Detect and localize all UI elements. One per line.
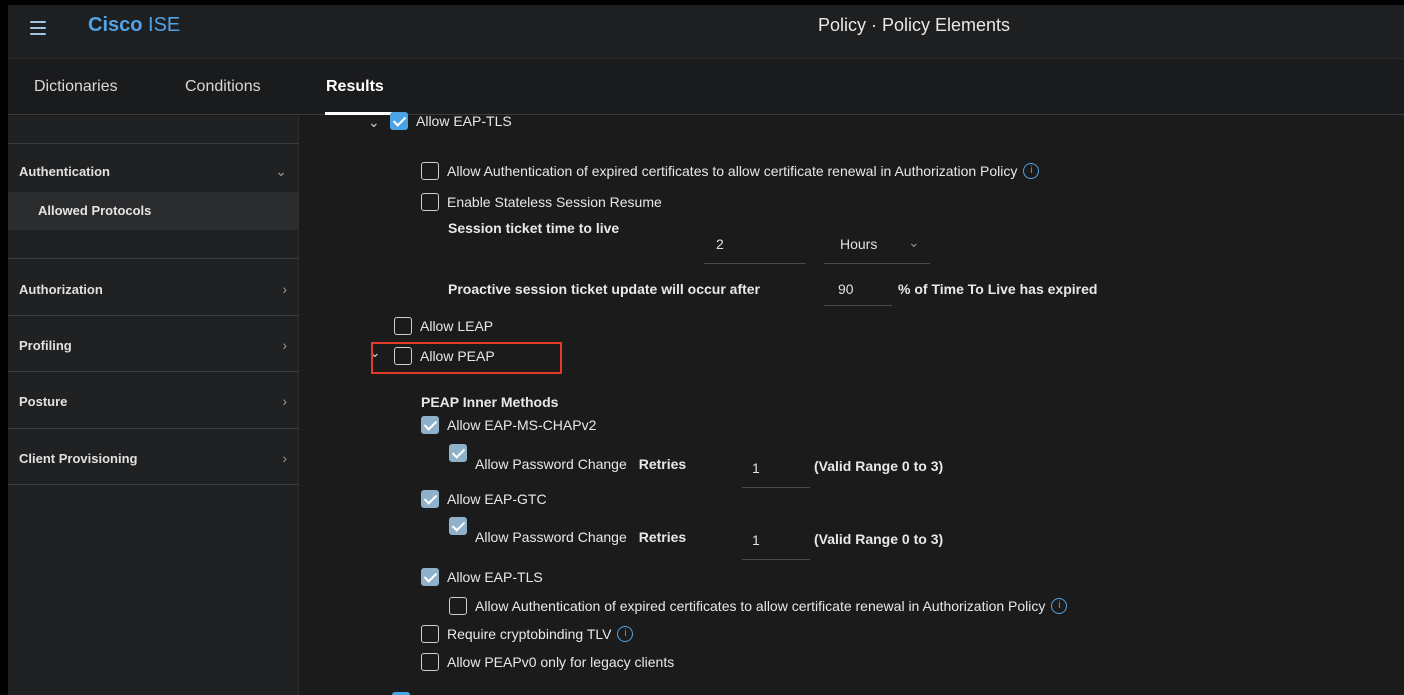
sidebar-item-profiling[interactable]: Profiling › — [8, 335, 299, 357]
expired-cert-checkbox[interactable] — [421, 162, 439, 180]
brand-bold: Cisco — [88, 14, 143, 36]
info-icon[interactable]: i — [617, 626, 634, 642]
sidebar: Authentication ⌄ Allowed Protocols Autho… — [8, 116, 299, 695]
ms-chapv2-password-change-row: Allow Password Change Retries — [449, 444, 686, 472]
proactive-update-value: 90 — [838, 281, 854, 297]
tab-dictionaries[interactable]: Dictionaries — [34, 78, 118, 96]
peap-allow-eap-tls-row: Allow EAP-TLS — [421, 568, 543, 586]
screenshot-frame: Cisco ISE Policy · Policy Elements Dicti… — [0, 0, 1404, 695]
session-ttl-unit-select[interactable]: Hours ⌄ — [824, 226, 930, 264]
ms-chapv2-retries-value: 1 — [752, 460, 760, 476]
gtc-retries-input[interactable]: 1 — [742, 522, 810, 560]
allow-eap-gtc-row: Allow EAP-GTC — [421, 490, 547, 508]
peapv0-checkbox[interactable] — [421, 653, 439, 671]
cryptobinding-label: Require cryptobinding TLV — [447, 626, 612, 642]
ms-chapv2-valid-range: (Valid Range 0 to 3) — [814, 458, 944, 474]
allow-leap-row: Allow LEAP — [394, 317, 493, 335]
peap-expired-cert-label: Allow Authentication of expired certific… — [475, 598, 1046, 614]
info-icon[interactable]: i — [1051, 598, 1068, 614]
peap-expired-cert-row: Allow Authentication of expired certific… — [449, 597, 1068, 615]
sidebar-item-label: Profiling — [19, 338, 72, 353]
allow-eap-tls-label: Allow EAP-TLS — [416, 113, 512, 129]
sidebar-item-label: Allowed Protocols — [38, 203, 152, 218]
allow-eap-ms-chapv2-row: Allow EAP-MS-CHAPv2 — [421, 416, 596, 434]
chevron-down-icon: ⌄ — [908, 234, 920, 250]
peap-expired-cert-checkbox[interactable] — [449, 597, 467, 615]
sidebar-item-client-provisioning[interactable]: Client Provisioning › — [8, 448, 299, 470]
tab-conditions[interactable]: Conditions — [185, 78, 261, 96]
highlight-box — [371, 342, 562, 374]
ms-chapv2-password-change-checkbox[interactable] — [449, 444, 467, 462]
sidebar-item-label: Authorization — [19, 282, 103, 297]
cryptobinding-row: Require cryptobinding TLV i — [421, 625, 634, 643]
gtc-password-change-row: Allow Password Change Retries — [449, 517, 686, 545]
allow-leap-label: Allow LEAP — [420, 318, 494, 334]
sidebar-item-label: Authentication — [19, 164, 110, 179]
chevron-right-icon: › — [282, 450, 287, 466]
ise-window: Cisco ISE Policy · Policy Elements Dicti… — [8, 5, 1404, 695]
expired-cert-label: Allow Authentication of expired certific… — [447, 163, 1018, 179]
brand-logo[interactable]: Cisco ISE — [88, 14, 180, 37]
tab-results[interactable]: Results — [326, 78, 384, 96]
peap-allow-eap-tls-label: Allow EAP-TLS — [447, 569, 543, 585]
allow-leap-checkbox[interactable] — [394, 317, 412, 335]
session-ttl-value: 2 — [716, 236, 724, 252]
stateless-session-checkbox[interactable] — [421, 193, 439, 211]
sidebar-divider — [8, 258, 299, 259]
sidebar-item-posture[interactable]: Posture › — [8, 391, 299, 413]
sidebar-divider — [8, 315, 299, 316]
chevron-right-icon: › — [282, 337, 287, 353]
sidebar-divider — [8, 371, 299, 372]
peapv0-label: Allow PEAPv0 only for legacy clients — [447, 654, 675, 670]
ms-chapv2-password-change-label: Allow Password Change — [475, 456, 627, 472]
chevron-right-icon: › — [282, 393, 287, 409]
sidebar-item-allowed-protocols[interactable]: Allowed Protocols — [8, 192, 299, 230]
stateless-session-label: Enable Stateless Session Resume — [447, 194, 662, 210]
info-icon[interactable]: i — [1023, 163, 1040, 179]
active-tab-indicator — [325, 112, 393, 115]
gtc-password-change-label: Allow Password Change — [475, 529, 627, 545]
hamburger-menu-icon[interactable] — [30, 21, 46, 35]
top-header: Cisco ISE Policy · Policy Elements — [8, 5, 1404, 59]
session-ttl-unit-value: Hours — [840, 236, 878, 252]
expired-cert-row: Allow Authentication of expired certific… — [421, 162, 1040, 180]
allow-eap-ms-chapv2-label: Allow EAP-MS-CHAPv2 — [447, 417, 597, 433]
chevron-right-icon: › — [282, 281, 287, 297]
brand-light: ISE — [148, 14, 181, 36]
gtc-valid-range: (Valid Range 0 to 3) — [814, 531, 944, 547]
sidebar-divider — [8, 143, 299, 144]
allow-eap-gtc-label: Allow EAP-GTC — [447, 491, 547, 507]
sidebar-divider — [8, 484, 299, 485]
gtc-retries-value: 1 — [752, 532, 760, 548]
proactive-update-suffix: % of Time To Live has expired — [898, 281, 1098, 297]
gtc-retries-label: Retries — [638, 529, 687, 545]
session-ttl-label: Session ticket time to live — [448, 220, 620, 236]
chevron-down-icon: ⌄ — [275, 163, 287, 179]
allow-eap-tls-row: Allow EAP-TLS — [390, 112, 512, 130]
sidebar-item-authentication[interactable]: Authentication ⌄ — [8, 161, 299, 183]
sidebar-item-label: Client Provisioning — [19, 451, 138, 466]
stateless-session-row: Enable Stateless Session Resume — [421, 193, 662, 211]
cryptobinding-checkbox[interactable] — [421, 625, 439, 643]
peap-inner-methods-heading: PEAP Inner Methods — [421, 394, 559, 410]
session-ttl-input[interactable]: 2 — [704, 226, 806, 264]
allow-eap-gtc-checkbox[interactable] — [421, 490, 439, 508]
tab-bar: Dictionaries Conditions Results — [8, 60, 1404, 115]
main-content: ⌄ Allow EAP-TLS Allow Authentication of … — [300, 112, 1404, 695]
allow-eap-tls-checkbox[interactable] — [390, 112, 408, 130]
gtc-password-change-checkbox[interactable] — [449, 517, 467, 535]
chevron-down-icon[interactable]: ⌄ — [368, 114, 380, 131]
peap-allow-eap-tls-checkbox[interactable] — [421, 568, 439, 586]
ms-chapv2-retries-input[interactable]: 1 — [742, 450, 810, 488]
proactive-update-label: Proactive session ticket update will occ… — [448, 281, 760, 297]
ms-chapv2-retries-label: Retries — [638, 456, 687, 472]
allow-eap-ms-chapv2-checkbox[interactable] — [421, 416, 439, 434]
proactive-update-input[interactable]: 90 — [824, 268, 892, 306]
sidebar-divider — [8, 428, 299, 429]
sidebar-item-label: Posture — [19, 394, 68, 409]
sidebar-item-authorization[interactable]: Authorization › — [8, 279, 299, 301]
peapv0-row: Allow PEAPv0 only for legacy clients — [421, 653, 674, 671]
page-title: Policy · Policy Elements — [818, 15, 1011, 35]
